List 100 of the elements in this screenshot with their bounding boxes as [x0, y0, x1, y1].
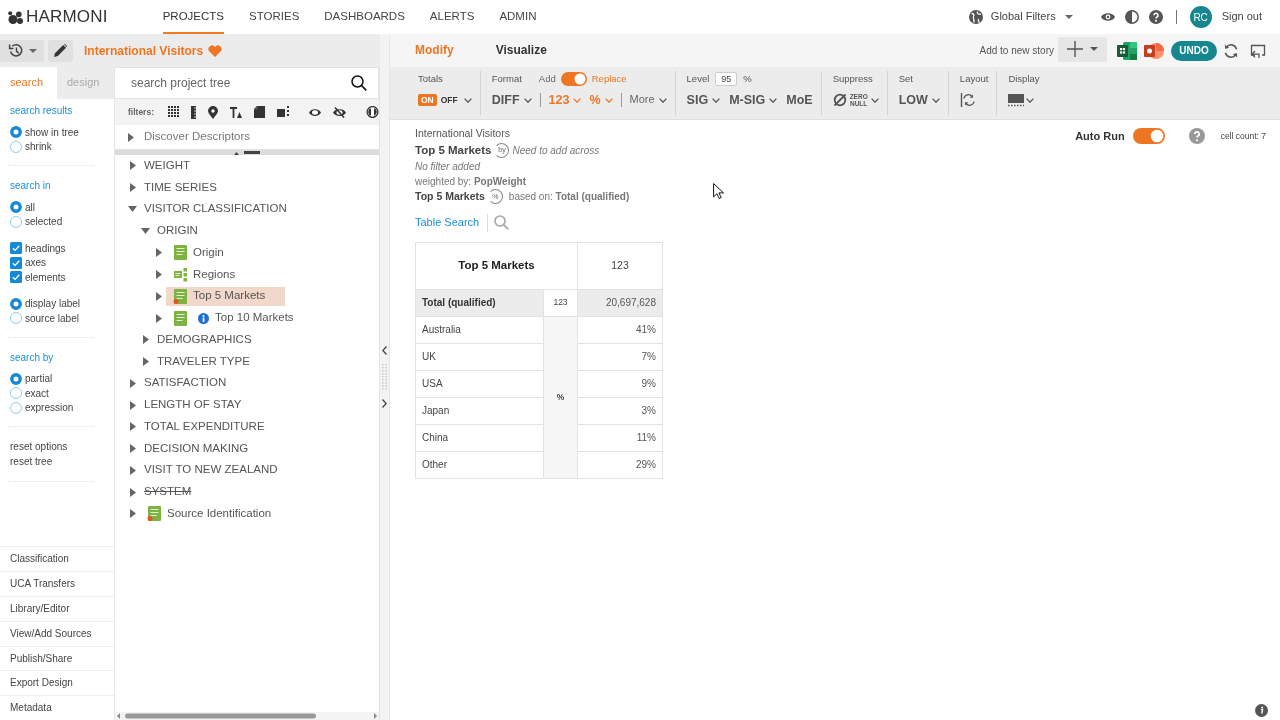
radio-button[interactable]: [10, 387, 22, 400]
expand-arrow-icon[interactable]: [129, 183, 136, 193]
expand-arrow-icon[interactable]: [129, 378, 136, 388]
menu-item[interactable]: UCA Transfers: [0, 571, 114, 596]
tree-item[interactable]: DEMOGRAPHICS: [153, 330, 256, 349]
nav-tab[interactable]: DASHBOARDS: [324, 0, 405, 34]
tree-item[interactable]: Origin: [166, 243, 228, 263]
reset-link[interactable]: reset options: [8, 440, 68, 455]
split-circle-icon[interactable]: [366, 106, 379, 118]
expand-arrow-icon[interactable]: [129, 487, 136, 497]
menu-item[interactable]: Publish/Share: [0, 645, 114, 671]
collapse-arrow-icon[interactable]: [128, 206, 137, 213]
test-dropdown[interactable]: M-SIG: [729, 92, 778, 108]
tree-item[interactable]: WEIGHT: [140, 156, 194, 175]
menu-item[interactable]: Classification: [0, 546, 114, 572]
text-size-icon[interactable]: [230, 106, 242, 118]
expand-arrow-icon[interactable]: [155, 313, 162, 323]
expand-arrow-icon[interactable]: [129, 509, 136, 519]
nav-tab[interactable]: STORIES: [249, 0, 300, 34]
tree-item[interactable]: LENGTH OF STAY: [140, 396, 246, 414]
eye-icon[interactable]: [1100, 12, 1115, 22]
view-tab[interactable]: Visualize: [495, 43, 547, 58]
avatar[interactable]: RC: [1189, 6, 1212, 28]
folder-icon[interactable]: [254, 106, 265, 118]
display-dropdown[interactable]: [1008, 93, 1035, 107]
contrast-icon[interactable]: [1124, 10, 1139, 24]
menu-item[interactable]: Export Design: [0, 670, 114, 696]
radio-button[interactable]: [10, 401, 22, 414]
resize-handle-icon[interactable]: [234, 150, 260, 155]
horizontal-scrollbar[interactable]: [115, 712, 379, 720]
search-field[interactable]: search project tree: [115, 67, 379, 99]
toggle-segment[interactable]: OFF: [437, 93, 461, 107]
section-toggle[interactable]: Discover Descriptors: [144, 130, 251, 144]
radio-button[interactable]: [10, 140, 22, 153]
expand-arrow-icon[interactable]: [155, 248, 162, 258]
toggle-switch[interactable]: [560, 72, 587, 86]
tree-item[interactable]: TOTAL EXPENDITURE: [140, 417, 269, 436]
radio-button[interactable]: [10, 215, 22, 228]
menu-item[interactable]: Metadata: [0, 695, 114, 720]
block-icon[interactable]: [277, 106, 289, 118]
checkbox[interactable]: [10, 271, 22, 284]
search-icon[interactable]: [351, 75, 367, 91]
expand-arrow-icon[interactable]: [142, 357, 149, 367]
expand-arrow-icon[interactable]: [129, 400, 136, 410]
level-input[interactable]: 95: [715, 72, 738, 86]
expand-arrow-icon[interactable]: [155, 270, 162, 280]
spreadsheet-icon[interactable]: [1117, 40, 1137, 61]
undo-button[interactable]: UNDO: [1171, 40, 1217, 61]
tree-item[interactable]: SYSTEM: [140, 483, 196, 501]
filter-dropdown[interactable]: Global Filters: [990, 10, 1056, 24]
hidden-eye-icon[interactable]: [333, 106, 346, 118]
tree-item[interactable]: VISITOR CLASSIFICATION: [140, 200, 291, 219]
radio-button[interactable]: [10, 372, 22, 385]
radio-button[interactable]: [10, 312, 22, 325]
ruler-icon[interactable]: [191, 105, 196, 119]
help-icon[interactable]: [1148, 10, 1163, 24]
tree-item[interactable]: ORIGIN: [153, 222, 202, 240]
tree-item[interactable]: VISIT TO NEW ZEALAND: [140, 461, 282, 480]
expand-arrow-icon[interactable]: [129, 161, 136, 171]
expand-arrow-icon[interactable]: [142, 335, 149, 345]
radio-button[interactable]: [10, 126, 22, 139]
history-button[interactable]: [0, 39, 44, 62]
radio-button[interactable]: [10, 297, 22, 310]
table-search-link[interactable]: Table Search: [415, 216, 480, 230]
expand-arrow-icon[interactable]: [128, 132, 134, 142]
set-dropdown[interactable]: LOW: [898, 92, 940, 108]
tree-item[interactable]: TIME SERIES: [140, 178, 221, 197]
grip-icon[interactable]: [382, 364, 387, 390]
tree-item[interactable]: Top 10 Markets: [166, 308, 298, 328]
globe-icon[interactable]: [968, 10, 983, 24]
expand-arrow-icon[interactable]: [129, 422, 136, 432]
tree-item[interactable]: Top 5 Markets: [166, 286, 286, 306]
tree-item[interactable]: Source Identification: [140, 504, 276, 524]
menu-item[interactable]: View/Add Sources: [0, 620, 114, 646]
expand-arrow-icon[interactable]: [129, 444, 136, 454]
swap-layout-icon[interactable]: [959, 92, 976, 108]
eye-icon[interactable]: [309, 107, 321, 117]
test-dropdown[interactable]: SIG: [686, 92, 721, 108]
tree-item[interactable]: Regions: [166, 265, 240, 285]
tree-item[interactable]: TRAVELER TYPE: [153, 352, 254, 371]
radio-button[interactable]: [10, 201, 22, 214]
presentation-icon[interactable]: [1144, 40, 1164, 61]
reset-link[interactable]: reset tree: [8, 454, 53, 469]
tree-item[interactable]: SATISFACTION: [140, 374, 231, 393]
edit-button[interactable]: [48, 39, 73, 62]
collapse-arrow-icon[interactable]: [141, 228, 150, 235]
toggle-switch[interactable]: [1132, 128, 1165, 145]
menu-item[interactable]: Library/Editor: [0, 596, 114, 621]
tree-item[interactable]: DECISION MAKING: [140, 439, 253, 458]
nav-tab[interactable]: ADMIN: [499, 0, 537, 34]
chevron-left-icon[interactable]: [382, 346, 387, 355]
test-button[interactable]: MoE: [786, 92, 813, 108]
expand-arrow-icon[interactable]: [129, 465, 136, 475]
screen-arrow-icon[interactable]: [1250, 42, 1266, 59]
info-icon[interactable]: [1255, 704, 1268, 717]
add-story-button[interactable]: [1058, 36, 1107, 62]
expand-arrow-icon[interactable]: [155, 291, 162, 301]
format-dropdown[interactable]: DIFF: [491, 92, 532, 108]
pin-icon[interactable]: [208, 105, 218, 119]
refresh-icon[interactable]: [1223, 42, 1239, 59]
